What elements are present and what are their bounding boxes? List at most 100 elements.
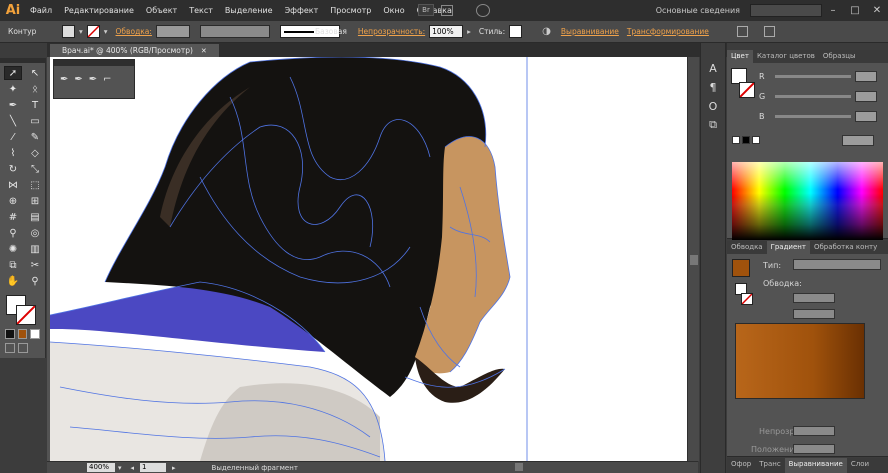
artboard-number-field[interactable]: 1 — [140, 463, 167, 472]
aspect-dropdown[interactable] — [793, 309, 835, 319]
width-tool-icon[interactable]: ⋈ — [4, 178, 22, 192]
transform-panel-icon[interactable]: ⧉ — [703, 117, 723, 133]
angle-dropdown[interactable] — [793, 293, 835, 303]
add-anchor-point-icon[interactable]: ✒ — [74, 74, 82, 85]
convert-anchor-point-icon[interactable]: ⌐ — [103, 74, 111, 85]
draw-mode-icon[interactable] — [5, 343, 15, 353]
menu-effect[interactable]: Эффект — [279, 6, 325, 15]
tab-transform[interactable]: Транс — [755, 458, 784, 473]
scroll-thumb[interactable] — [690, 255, 698, 265]
isolate-icon[interactable] — [737, 26, 748, 37]
screen-mode-icon[interactable] — [18, 343, 28, 353]
stroke-link[interactable]: Обводка: — [116, 27, 152, 36]
vertical-scrollbar[interactable] — [687, 57, 699, 461]
pen-tool-icon[interactable]: ✒ — [4, 98, 22, 112]
none-mode-button[interactable] — [30, 329, 41, 339]
mesh-tool-icon[interactable]: # — [4, 210, 22, 224]
slice-tool-icon[interactable]: ✂ — [26, 258, 44, 272]
tab-layers[interactable]: Слои — [847, 458, 873, 473]
column-graph-tool-icon[interactable]: ▥ — [26, 242, 44, 256]
color-mode-button[interactable] — [5, 329, 15, 339]
stroke-swatch[interactable] — [86, 25, 100, 38]
menu-file[interactable]: Файл — [24, 6, 58, 15]
zoom-tool-icon[interactable]: ⚲ — [26, 274, 44, 288]
gradient-type-dropdown[interactable] — [793, 259, 881, 270]
search-input[interactable] — [750, 4, 822, 17]
tab-color[interactable]: Цвет — [727, 50, 753, 63]
rotate-tool-icon[interactable]: ↻ — [4, 162, 22, 176]
opentype-panel-icon[interactable]: O — [703, 98, 723, 114]
bridge-button[interactable]: Br — [418, 4, 434, 16]
green-value-field[interactable] — [855, 90, 877, 102]
canvas-area[interactable] — [47, 57, 698, 461]
blue-slider[interactable]: B — [727, 106, 888, 126]
tab-align[interactable]: Выравнивание — [784, 458, 847, 473]
free-transform-tool-icon[interactable]: ⬚ — [26, 178, 44, 192]
fill-stroke-widget[interactable] — [731, 68, 755, 98]
arrange-documents-icon[interactable] — [441, 5, 453, 16]
character-panel-icon[interactable]: A — [703, 60, 723, 76]
menu-edit[interactable]: Редактирование — [58, 6, 140, 15]
variable-width-dropdown[interactable] — [199, 25, 270, 38]
menu-object[interactable]: Объект — [140, 6, 183, 15]
fill-stroke-widget[interactable] — [735, 283, 755, 307]
tab-color-guide[interactable]: Каталог цветов — [753, 50, 819, 63]
menu-window[interactable]: Окно — [377, 6, 410, 15]
zoom-field[interactable]: 400% — [87, 463, 115, 472]
scale-tool-icon[interactable]: ⤡ — [26, 162, 44, 176]
horizontal-scroll-thumb[interactable] — [515, 463, 523, 471]
hand-tool-icon[interactable]: ✋ — [4, 274, 22, 288]
artboard[interactable] — [50, 57, 698, 461]
gradient-slider[interactable] — [735, 323, 865, 399]
illustration[interactable] — [50, 57, 698, 461]
artboard-tool-icon[interactable]: ⧉ — [4, 258, 22, 272]
chevron-down-icon[interactable]: ▾ — [79, 27, 83, 36]
perspective-grid-tool-icon[interactable]: ⊞ — [26, 194, 44, 208]
position-dropdown[interactable] — [793, 444, 835, 454]
paragraph-panel-icon[interactable]: ¶ — [703, 79, 723, 95]
blue-value-field[interactable] — [855, 110, 877, 122]
stroke-box[interactable] — [16, 305, 36, 325]
red-value-field[interactable] — [855, 70, 877, 82]
shape-builder-tool-icon[interactable]: ⊕ — [4, 194, 22, 208]
lasso-tool-icon[interactable]: ᛟ — [26, 82, 44, 96]
graphic-style-swatch[interactable] — [509, 25, 523, 38]
selection-tool-icon[interactable]: ➚ — [4, 66, 22, 80]
next-artboard-icon[interactable]: ▸ — [172, 464, 176, 472]
menu-type[interactable]: Текст — [183, 6, 219, 15]
menu-select[interactable]: Выделение — [219, 6, 279, 15]
gradient-tool-icon[interactable]: ▤ — [26, 210, 44, 224]
paintbrush-tool-icon[interactable]: ⁄ — [4, 130, 22, 144]
pencil-tool-icon[interactable]: ✎ — [26, 130, 44, 144]
tab-swatches[interactable]: Образцы — [819, 50, 860, 63]
align-link[interactable]: Выравнивание — [561, 27, 619, 36]
minimize-button[interactable]: – — [822, 5, 844, 16]
gradient-preview-swatch[interactable] — [732, 259, 750, 277]
white-swatch[interactable] — [752, 136, 760, 144]
close-window-button[interactable]: ✕ — [866, 5, 888, 16]
recolor-artwork-icon[interactable]: ◑ — [542, 26, 551, 37]
fill-stroke-widget[interactable] — [6, 295, 45, 327]
workspace-switcher[interactable]: Основные сведения — [656, 6, 740, 15]
chevron-down-icon[interactable]: ▾ — [118, 464, 122, 472]
eyedropper-tool-icon[interactable]: ⚲ — [4, 226, 22, 240]
chevron-right-icon[interactable]: ▸ — [467, 27, 471, 36]
pen-tool-icon[interactable]: ✒ — [60, 74, 68, 85]
tab-appearance[interactable]: Офор — [727, 458, 755, 473]
gradient-mode-button[interactable] — [17, 329, 28, 339]
eraser-tool-icon[interactable]: ◇ — [26, 146, 44, 160]
tab-gradient[interactable]: Градиент — [766, 241, 810, 254]
type-tool-icon[interactable]: T — [26, 98, 44, 112]
gpu-icon[interactable] — [476, 4, 490, 17]
symbol-sprayer-tool-icon[interactable]: ✺ — [4, 242, 22, 256]
prev-artboard-icon[interactable]: ◂ — [131, 464, 135, 472]
black-swatch[interactable] — [742, 136, 750, 144]
opacity-field[interactable]: 100% — [429, 25, 464, 38]
menu-view[interactable]: Просмотр — [324, 6, 377, 15]
line-tool-icon[interactable]: ╲ — [4, 114, 22, 128]
stroke-weight-field[interactable] — [155, 25, 190, 38]
opacity-link[interactable]: Непрозрачность: — [358, 27, 425, 36]
tab-stroke[interactable]: Обводка — [727, 241, 767, 254]
panel-menu-icon[interactable] — [764, 26, 775, 37]
chevron-down-icon[interactable]: ▾ — [104, 27, 108, 36]
